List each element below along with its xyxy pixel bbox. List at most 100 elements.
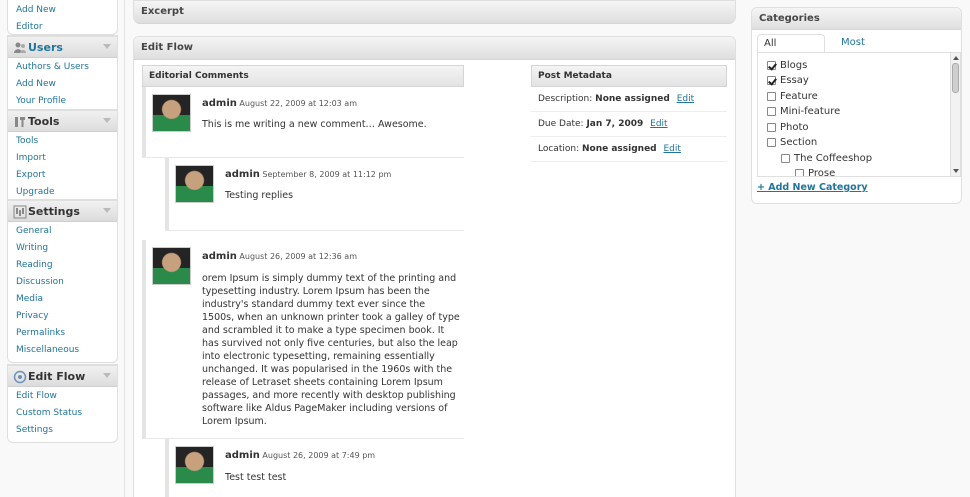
tab-most-used[interactable]: Most Used bbox=[835, 34, 872, 66]
menu-export[interactable]: Export bbox=[8, 167, 117, 184]
category-item[interactable]: Prose bbox=[795, 167, 836, 177]
category-item[interactable]: Feature bbox=[767, 90, 818, 104]
edit-due-date-link[interactable]: Edit bbox=[650, 119, 667, 129]
menu-import[interactable]: Import bbox=[8, 150, 117, 167]
post-metadata: Post Metadata Description: None assigned… bbox=[531, 65, 727, 162]
menu-privacy[interactable]: Privacy bbox=[8, 308, 117, 325]
category-label: Prose bbox=[808, 168, 836, 177]
menu-posts-editor[interactable]: Editor bbox=[8, 19, 117, 36]
users-menu-label: Users bbox=[28, 41, 63, 54]
category-checkbox[interactable] bbox=[767, 61, 776, 70]
tab-all-categories[interactable]: All Categories bbox=[757, 34, 825, 67]
edit-flow-box-title[interactable]: Edit Flow bbox=[134, 37, 735, 60]
chevron-down-icon[interactable] bbox=[103, 118, 111, 123]
post-metadata-title: Post Metadata bbox=[531, 65, 727, 87]
avatar bbox=[175, 165, 214, 203]
add-new-category-link[interactable]: + Add New Category bbox=[757, 182, 868, 193]
chevron-down-icon[interactable] bbox=[103, 44, 111, 49]
edit-description-link[interactable]: Edit bbox=[677, 94, 694, 104]
menu-discussion[interactable]: Discussion bbox=[8, 274, 117, 291]
metadata-value: None assigned bbox=[581, 144, 657, 154]
comment-reply: admin August 26, 2009 at 7:49 pm Test te… bbox=[165, 439, 464, 497]
menu-permalinks[interactable]: Permalinks bbox=[8, 325, 117, 342]
edit-flow-icon bbox=[13, 370, 27, 384]
editorial-comments: Editorial Comments admin August 22, 2009… bbox=[142, 65, 464, 497]
metadata-label: Due Date: bbox=[538, 119, 584, 129]
category-scrollbar[interactable] bbox=[950, 53, 960, 176]
edit-flow-menu-label: Edit Flow bbox=[28, 370, 86, 383]
category-label: The Coffeeshop bbox=[794, 153, 873, 164]
category-item[interactable]: Section bbox=[767, 136, 817, 150]
settings-menu-header[interactable]: Settings bbox=[8, 200, 117, 222]
category-item[interactable]: Essay bbox=[767, 74, 809, 88]
comment-date: August 26, 2009 at 12:36 am bbox=[239, 252, 358, 261]
settings-menu: Settings General Writing Reading Discuss… bbox=[7, 199, 118, 363]
edit-flow-menu-header[interactable]: Edit Flow bbox=[8, 365, 117, 387]
settings-icon bbox=[13, 205, 27, 219]
menu-authors-users[interactable]: Authors & Users bbox=[8, 59, 117, 76]
category-item[interactable]: Photo bbox=[767, 121, 809, 135]
menu-miscellaneous[interactable]: Miscellaneous bbox=[8, 342, 117, 359]
excerpt-title[interactable]: Excerpt bbox=[134, 1, 735, 24]
comment-meta: admin September 8, 2009 at 11:12 pm bbox=[225, 169, 391, 180]
menu-edit-flow-settings[interactable]: Settings bbox=[8, 422, 117, 439]
category-item[interactable]: Blogs bbox=[767, 59, 807, 73]
category-checkbox[interactable] bbox=[767, 76, 776, 85]
chevron-down-icon[interactable] bbox=[103, 208, 111, 213]
comment-meta: admin August 26, 2009 at 12:36 am bbox=[202, 251, 357, 262]
category-checkbox[interactable] bbox=[781, 154, 790, 163]
category-checkbox[interactable] bbox=[795, 169, 804, 176]
menu-your-profile[interactable]: Your Profile bbox=[8, 93, 117, 110]
comment-meta: admin August 22, 2009 at 12:03 am bbox=[202, 98, 357, 109]
edit-location-link[interactable]: Edit bbox=[664, 144, 681, 154]
spacer bbox=[142, 231, 464, 240]
scroll-up-icon[interactable] bbox=[953, 56, 959, 60]
category-checkbox[interactable] bbox=[767, 138, 776, 147]
comment-text: This is me writing a new comment… Awesom… bbox=[202, 119, 427, 130]
category-item[interactable]: The Coffeeshop bbox=[781, 152, 872, 166]
edit-flow-menu: Edit Flow Edit Flow Custom Status Settin… bbox=[7, 364, 118, 443]
comment-author: admin bbox=[202, 98, 237, 109]
menu-custom-status[interactable]: Custom Status bbox=[8, 405, 117, 422]
settings-menu-label: Settings bbox=[28, 205, 80, 218]
category-label: Mini-feature bbox=[780, 106, 841, 117]
category-checkbox[interactable] bbox=[767, 123, 776, 132]
comment-author: admin bbox=[202, 251, 237, 262]
editorial-comments-title: Editorial Comments bbox=[142, 65, 464, 87]
menu-general[interactable]: General bbox=[8, 223, 117, 240]
menu-edit-flow[interactable]: Edit Flow bbox=[8, 388, 117, 405]
avatar bbox=[175, 446, 214, 484]
reply-wrapper: admin September 8, 2009 at 11:12 pm Test… bbox=[142, 158, 464, 231]
menu-writing[interactable]: Writing bbox=[8, 240, 117, 257]
metadata-value: None assigned bbox=[595, 94, 670, 104]
category-label: Section bbox=[780, 137, 818, 148]
categories-title[interactable]: Categories bbox=[752, 8, 961, 30]
comment-reply: admin September 8, 2009 at 11:12 pm Test… bbox=[165, 158, 464, 231]
comment-text: Test test test bbox=[225, 472, 287, 483]
category-label: Blogs bbox=[780, 60, 808, 71]
category-label: Photo bbox=[780, 122, 809, 133]
menu-posts-add-new[interactable]: Add New bbox=[8, 2, 117, 19]
menu-users-add-new[interactable]: Add New bbox=[8, 76, 117, 93]
admin-sidebar: Add New Editor Users Authors & Users Add… bbox=[0, 0, 124, 497]
menu-tools[interactable]: Tools bbox=[8, 133, 117, 150]
comment-date: August 22, 2009 at 12:03 am bbox=[239, 99, 358, 108]
category-item[interactable]: Mini-feature bbox=[767, 105, 840, 119]
avatar bbox=[152, 247, 191, 285]
menu-reading[interactable]: Reading bbox=[8, 257, 117, 274]
tools-icon bbox=[15, 117, 25, 127]
category-checkbox[interactable] bbox=[767, 107, 776, 116]
category-label: Feature bbox=[780, 91, 818, 102]
category-checkbox[interactable] bbox=[767, 92, 776, 101]
menu-media[interactable]: Media bbox=[8, 291, 117, 308]
comment-author: admin bbox=[225, 169, 260, 180]
users-menu-header[interactable]: Users bbox=[8, 36, 117, 58]
metadata-row-description: Description: None assigned Edit bbox=[531, 87, 727, 112]
chevron-down-icon[interactable] bbox=[103, 373, 111, 378]
tools-menu-header[interactable]: Tools bbox=[8, 110, 117, 132]
users-menu: Users Authors & Users Add New Your Profi… bbox=[7, 35, 118, 114]
metadata-row-location: Location: None assigned Edit bbox=[531, 137, 727, 162]
comment-author: admin bbox=[225, 450, 260, 461]
scroll-thumb[interactable] bbox=[952, 63, 959, 93]
scroll-down-icon[interactable] bbox=[953, 169, 959, 173]
